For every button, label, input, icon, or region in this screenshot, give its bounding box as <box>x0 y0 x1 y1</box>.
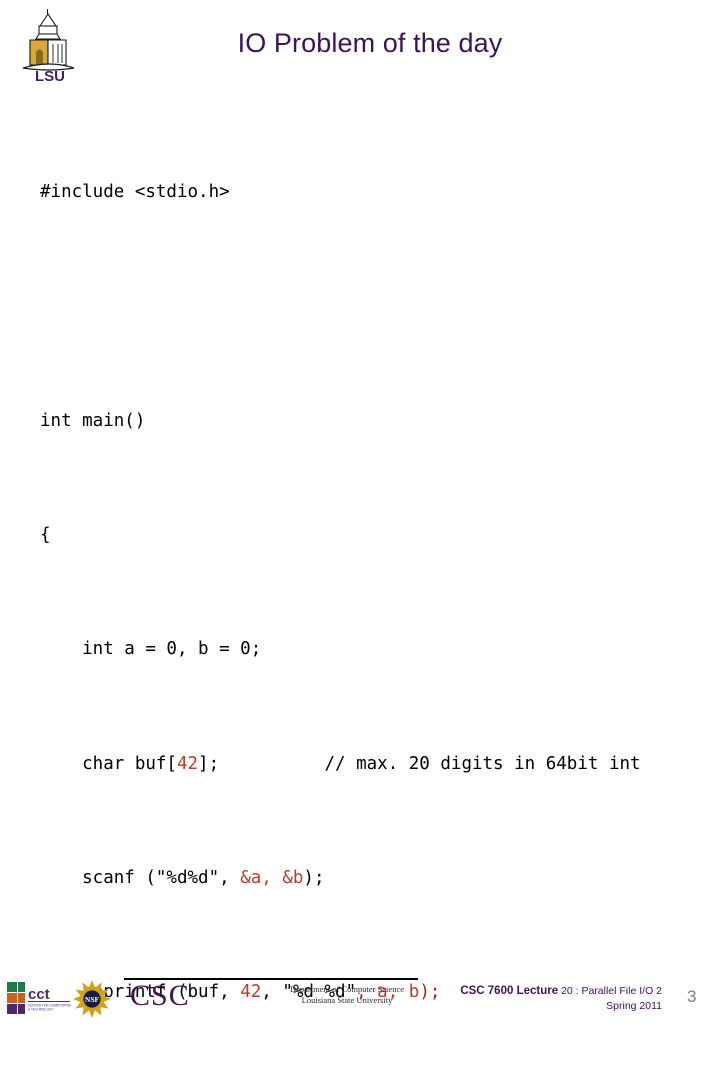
code-line-5: int a = 0, b = 0; <box>40 635 700 664</box>
lecture-course: CSC 7600 Lecture <box>460 985 559 997</box>
code-token: int a = 0, b = 0; <box>40 639 262 660</box>
lsu-wordmark: LSU <box>35 68 65 82</box>
csc-subtitle-line2: Louisiana State University <box>301 995 393 1005</box>
code-block: #include <stdio.h> int main() { int a = … <box>40 92 700 1080</box>
page-number: 3 <box>687 987 697 1006</box>
csc-subtitle: Department of Computer Science Louisiana… <box>272 984 422 1006</box>
code-token: ); <box>303 868 325 889</box>
code-token: char buf[ <box>40 753 177 774</box>
code-line-6: char buf[42]; // max. 20 digits in 64bit… <box>40 750 700 779</box>
lecture-term: Spring 2011 <box>606 1000 662 1012</box>
code-token-literal: 42 <box>176 753 199 774</box>
csc-logo: CSC Department of Computer Science Louis… <box>124 976 424 1016</box>
code-line-3: int main() <box>40 407 700 436</box>
code-comment: // max. 20 digits in 64bit int <box>324 753 641 774</box>
footer: cct CENTER FOR COMPUTATION & TECHNOLOGY <box>0 484 720 1018</box>
page-title: IO Problem of the day <box>237 28 503 58</box>
cct-logo: cct CENTER FOR COMPUTATION & TECHNOLOGY <box>7 981 73 1015</box>
lecture-info: CSC 7600 Lecture 20 : Parallel File I/O … <box>412 984 662 1014</box>
lsu-tower-graphic <box>22 9 75 71</box>
cct-wordmark: cct <box>28 986 50 1003</box>
csc-subtitle-line1: Department of Computer Science <box>289 984 404 994</box>
code-token: scanf ("%d%d", <box>40 868 241 889</box>
code-token: #include <stdio.h> <box>40 181 230 202</box>
nsf-wordmark: NSF <box>85 995 100 1004</box>
lecture-title-line: CSC 7600 Lecture 20 : Parallel File I/O … <box>412 984 662 999</box>
code-token-arg: &a, &b <box>240 868 304 889</box>
lecture-topic: 20 : Parallel File I/O 2 <box>558 985 662 997</box>
csc-wordmark: CSC <box>130 979 190 1012</box>
code-line-7: scanf ("%d%d", &a, &b); <box>40 864 700 893</box>
cct-tagline-line2: & TECHNOLOGY <box>28 1008 54 1012</box>
code-line-1: #include <stdio.h> <box>40 178 700 207</box>
code-token: int main() <box>40 410 146 431</box>
code-token: ]; <box>198 753 325 774</box>
nsf-logo: NSF <box>72 979 112 1019</box>
lsu-logo: LSU <box>14 6 86 82</box>
